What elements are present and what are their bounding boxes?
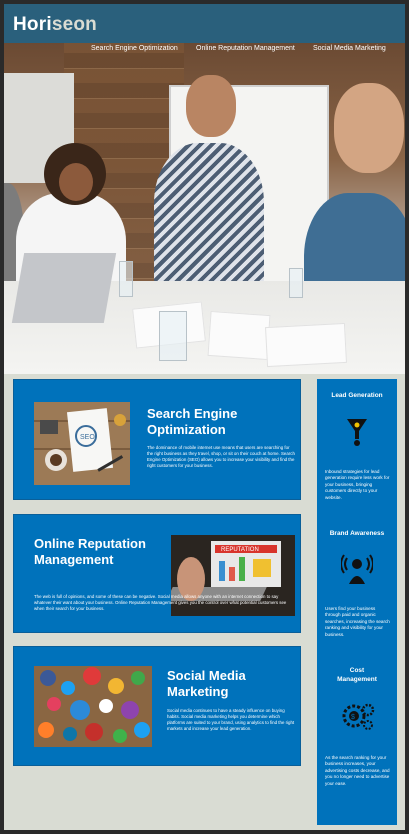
hero-person-standing-body xyxy=(154,143,264,293)
benefit-lead-text: Inbound strategies for lead generation r… xyxy=(325,469,390,500)
hero-person-standing-head xyxy=(186,75,236,137)
hero-person-right-head xyxy=(334,83,404,173)
hero-glass xyxy=(159,311,187,361)
card-social-media: Social Media Marketing Social media cont… xyxy=(13,646,301,766)
logo-suffix: seon xyxy=(51,14,97,35)
svg-text:$: $ xyxy=(351,714,355,721)
benefits-sidebar: Lead Generation Inbound strategies for l… xyxy=(317,379,397,825)
page-frame: Horiseon Search Engine Optimization Onli… xyxy=(4,4,405,830)
nav-link-social-media[interactable]: Social Media Marketing xyxy=(313,45,386,52)
social-media-icons-image xyxy=(34,666,152,747)
svg-text:SEO: SEO xyxy=(80,434,95,441)
card-seo-title: Search Engine Optimization xyxy=(147,406,238,437)
hero-paper xyxy=(265,322,347,368)
hero-paper xyxy=(207,310,271,361)
card-reputation-text: The web is full of opinions, and some of… xyxy=(34,594,287,611)
benefit-cost-title: Cost Management xyxy=(337,667,377,683)
card-seo: SEO Search Engine Optimization The domin… xyxy=(13,379,301,500)
benefit-brand-text: Users find your business through paid an… xyxy=(325,606,390,637)
benefit-cost-text: As the search ranking for your business … xyxy=(325,755,390,786)
person-broadcast-icon xyxy=(340,554,374,588)
site-header: Horiseon xyxy=(4,4,405,43)
site-logo[interactable]: Horiseon xyxy=(13,14,97,36)
seo-notebook-image: SEO xyxy=(34,402,130,485)
card-seo-text: The dominance of mobile internet use mea… xyxy=(147,445,295,468)
card-social-media-text: Social media continues to have a steady … xyxy=(167,708,295,731)
hero-person-woman-face xyxy=(59,163,93,201)
benefit-lead-title: Lead Generation xyxy=(331,392,383,399)
card-social-media-title: Social Media Marketing xyxy=(167,668,246,699)
logo-prefix: Hori xyxy=(13,14,52,35)
hero-laptop xyxy=(11,253,117,323)
hero-image xyxy=(4,43,405,374)
hero-glass xyxy=(289,268,303,298)
nav-link-reputation[interactable]: Online Reputation Management xyxy=(196,45,295,52)
card-reputation: Online Reputation Management REPUTATION … xyxy=(13,514,301,633)
benefit-brand-title: Brand Awareness xyxy=(329,530,385,537)
card-reputation-title: Online Reputation Management xyxy=(34,536,146,567)
hero-glass xyxy=(119,261,133,297)
svg-text:REPUTATION: REPUTATION xyxy=(221,547,259,553)
funnel-icon xyxy=(345,417,369,449)
nav-link-seo[interactable]: Search Engine Optimization xyxy=(91,45,178,52)
gears-dollar-icon: $ xyxy=(341,701,375,731)
site-nav: Search Engine Optimization Online Reputa… xyxy=(4,43,405,57)
